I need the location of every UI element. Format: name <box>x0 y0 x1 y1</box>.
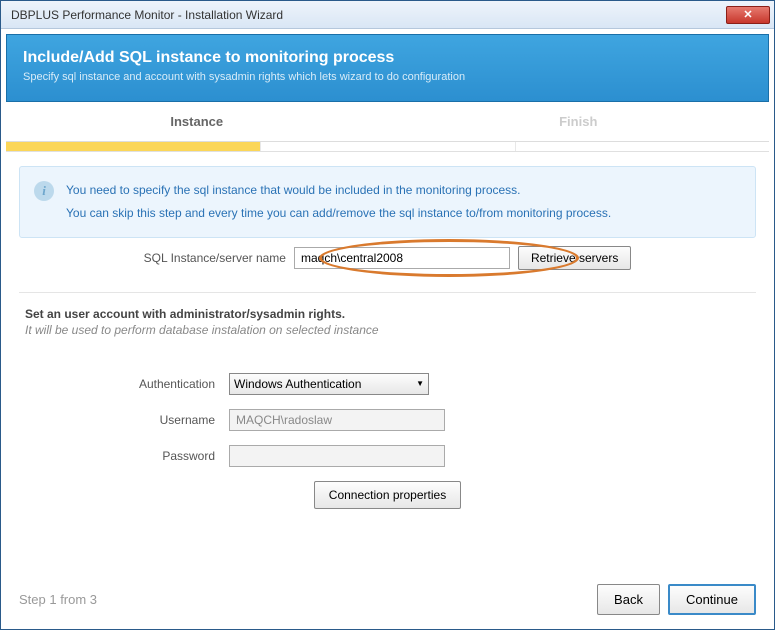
username-input <box>229 409 445 431</box>
page-title: Include/Add SQL instance to monitoring p… <box>23 49 752 67</box>
tab-finish: Finish <box>388 102 770 141</box>
auth-label: Authentication <box>29 377 229 391</box>
server-label: SQL Instance/server name <box>144 251 286 265</box>
auth-form: Authentication Windows Authentication ▼ … <box>19 353 756 519</box>
progress-filled <box>6 142 260 151</box>
auth-row: Authentication Windows Authentication ▼ <box>29 373 746 395</box>
titlebar: DBPLUS Performance Monitor - Installatio… <box>1 1 774 29</box>
username-row: Username <box>29 409 746 431</box>
authentication-dropdown[interactable]: Windows Authentication ▼ <box>229 373 429 395</box>
password-row: Password <box>29 445 746 467</box>
wizard-tabs: Instance Finish <box>6 102 769 142</box>
tab-instance[interactable]: Instance <box>6 102 388 141</box>
server-name-input[interactable] <box>294 247 510 269</box>
retrieve-servers-button[interactable]: Retrieve servers <box>518 246 631 270</box>
info-box: i You need to specify the sql instance t… <box>19 166 756 238</box>
info-line2: You can skip this step and every time yo… <box>66 202 611 225</box>
progress-empty <box>515 142 769 151</box>
password-label: Password <box>29 449 229 463</box>
auth-selected: Windows Authentication <box>234 377 361 391</box>
connection-properties-button[interactable]: Connection properties <box>314 481 461 509</box>
conn-props-row: Connection properties <box>29 481 746 509</box>
continue-button[interactable]: Continue <box>668 584 756 615</box>
page-subtitle: Specify sql instance and account with sy… <box>23 71 752 83</box>
close-button[interactable]: ✕ <box>726 6 770 24</box>
progress-bar <box>6 142 769 152</box>
window-title: DBPLUS Performance Monitor - Installatio… <box>5 8 726 22</box>
back-button[interactable]: Back <box>597 584 660 615</box>
progress-empty <box>260 142 514 151</box>
account-section-title: Set an user account with administrator/s… <box>25 307 756 321</box>
header-banner: Include/Add SQL instance to monitoring p… <box>6 34 769 102</box>
step-indicator: Step 1 from 3 <box>19 592 97 607</box>
password-input <box>229 445 445 467</box>
footer-buttons: Back Continue <box>597 584 756 615</box>
wizard-footer: Step 1 from 3 Back Continue <box>1 570 774 629</box>
info-line1: You need to specify the sql instance tha… <box>66 179 611 202</box>
server-row: SQL Instance/server name Retrieve server… <box>19 238 756 288</box>
content-area: i You need to specify the sql instance t… <box>1 152 774 533</box>
divider <box>19 292 756 293</box>
chevron-down-icon: ▼ <box>416 379 424 388</box>
info-icon: i <box>34 181 54 201</box>
info-text: You need to specify the sql instance tha… <box>66 179 611 225</box>
wizard-window: DBPLUS Performance Monitor - Installatio… <box>0 0 775 630</box>
account-section-subtitle: It will be used to perform database inst… <box>25 323 756 337</box>
account-title-bold: Set an user account with administrator/s… <box>25 307 345 321</box>
username-label: Username <box>29 413 229 427</box>
close-icon: ✕ <box>743 8 752 21</box>
